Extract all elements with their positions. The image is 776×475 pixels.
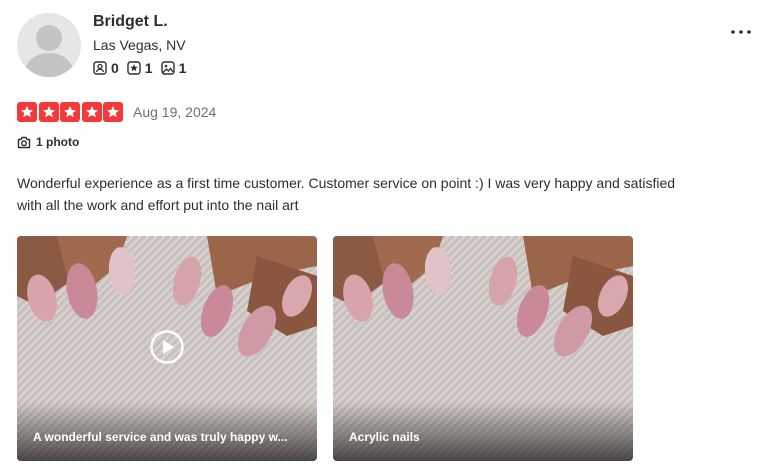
user-location: Las Vegas, NV <box>93 37 186 53</box>
play-icon <box>150 330 184 364</box>
user-silhouette-icon <box>23 25 75 77</box>
more-options-button[interactable] <box>729 22 753 42</box>
friends-stat: 0 <box>93 60 119 76</box>
photo-count-link[interactable]: 1 photo <box>17 135 79 149</box>
star-icon <box>81 102 102 122</box>
user-stats: 0 1 1 <box>93 60 194 76</box>
photos-icon <box>160 61 175 75</box>
friends-icon <box>93 61 107 75</box>
review-photo-thumbnail[interactable]: Acrylic nails <box>333 236 633 461</box>
photo-count-label[interactable]: 1 photo <box>36 135 79 149</box>
star-icon <box>17 102 37 122</box>
more-horizontal-icon <box>731 30 751 34</box>
star-icon <box>60 102 80 122</box>
camera-icon <box>17 136 31 148</box>
star-icon <box>38 102 59 122</box>
media-caption: A wonderful service and was truly happy … <box>33 430 288 444</box>
photos-count: 1 <box>178 60 187 76</box>
avatar[interactable] <box>17 13 81 77</box>
review-date: Aug 19, 2024 <box>133 104 217 120</box>
user-name[interactable]: Bridget L. <box>93 13 168 31</box>
photos-stat: 1 <box>160 60 187 76</box>
reviews-icon <box>127 61 141 75</box>
star-rating <box>17 102 125 122</box>
media-caption: Acrylic nails <box>349 430 420 444</box>
review-text: Wonderful experience as a first time cus… <box>17 175 676 213</box>
reviews-stat: 1 <box>127 60 153 76</box>
reviews-count: 1 <box>144 60 153 76</box>
review-video-thumbnail[interactable]: A wonderful service and was truly happy … <box>17 236 317 461</box>
play-button[interactable] <box>150 330 184 364</box>
friends-count: 0 <box>111 60 119 76</box>
star-icon <box>103 102 123 122</box>
